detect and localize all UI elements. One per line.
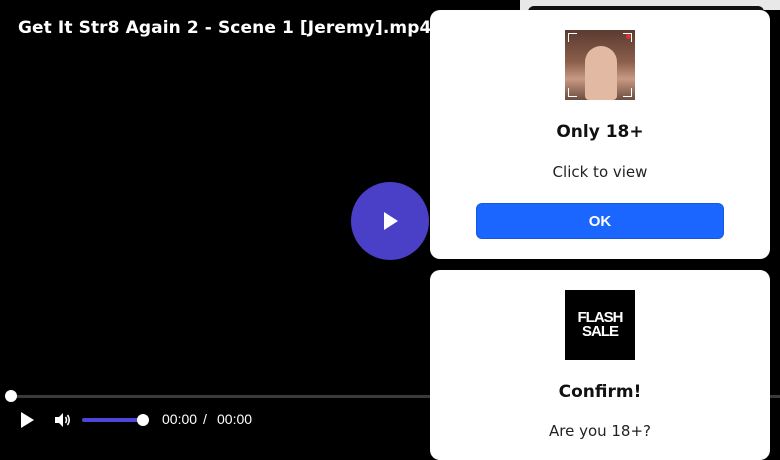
popup-thumbnail[interactable] — [565, 30, 635, 100]
popup-text: Are you 18+? — [548, 422, 652, 440]
play-icon — [384, 212, 398, 230]
volume-icon — [55, 413, 71, 427]
frame-corner — [623, 88, 632, 97]
play-icon — [21, 412, 34, 428]
duration-time: 00:00 — [217, 411, 253, 427]
big-play-button[interactable] — [351, 182, 429, 260]
volume-handle[interactable] — [137, 414, 149, 426]
frame-corner — [568, 33, 577, 42]
popup-text: Click to view — [552, 163, 648, 181]
frame-corner — [623, 33, 632, 42]
current-time: 00:00 — [162, 411, 198, 427]
frame-corner — [568, 88, 577, 97]
play-button[interactable] — [14, 408, 40, 432]
ok-button[interactable]: OK — [476, 203, 724, 239]
video-title: Get It Str8 Again 2 - Scene 1 [Jeremy].m… — [18, 18, 432, 38]
popup-title: Only 18+ — [556, 122, 644, 142]
thumbnail-figure — [585, 46, 617, 100]
popup-title: Confirm! — [558, 382, 642, 402]
seek-handle[interactable] — [5, 390, 17, 402]
age-popup[interactable]: Only 18+ Click to view OK — [430, 10, 770, 259]
flash-sale-thumbnail[interactable]: FLASH SALE — [565, 290, 635, 360]
mute-button[interactable] — [50, 408, 74, 432]
thumbnail-text-line: SALE — [581, 323, 619, 340]
time-separator: / — [203, 411, 207, 427]
confirm-popup[interactable]: FLASH SALE Confirm! Are you 18+? — [430, 270, 770, 460]
